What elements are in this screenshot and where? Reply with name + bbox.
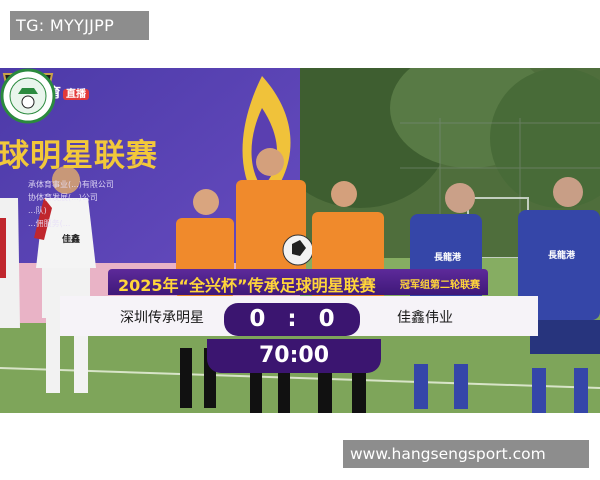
home-team-name: 深圳传承明星 xyxy=(120,310,204,326)
score-display: 0 : 0 xyxy=(224,303,360,336)
away-team-logo xyxy=(0,68,56,124)
watermark-top: TG: MYYJJPP xyxy=(10,11,149,40)
scoreboard: 2025年“全兴杯”传承足球明星联赛 冠军组第二轮联赛 深圳传承明星 佳鑫伟业 … xyxy=(0,68,600,413)
round-label: 冠军组第二轮联赛 xyxy=(400,280,480,291)
scoreboard-header: 2025年“全兴杯”传承足球明星联赛 冠军组第二轮联赛 xyxy=(108,269,488,295)
match-photo: 讯体育直播 球明星联赛 承体育事业(...)有限公司 协体育发展(...)公司 … xyxy=(0,68,600,413)
home-score: 0 xyxy=(249,306,266,332)
watermark-bottom: www.hangsengsport.com xyxy=(343,440,589,468)
match-clock: 70:00 xyxy=(207,339,381,373)
away-team-name: 佳鑫伟业 xyxy=(397,310,453,326)
tournament-title: 2025年“全兴杯”传承足球明星联赛 xyxy=(118,276,376,295)
away-score: 0 xyxy=(318,306,335,332)
score-separator: : xyxy=(287,306,297,332)
